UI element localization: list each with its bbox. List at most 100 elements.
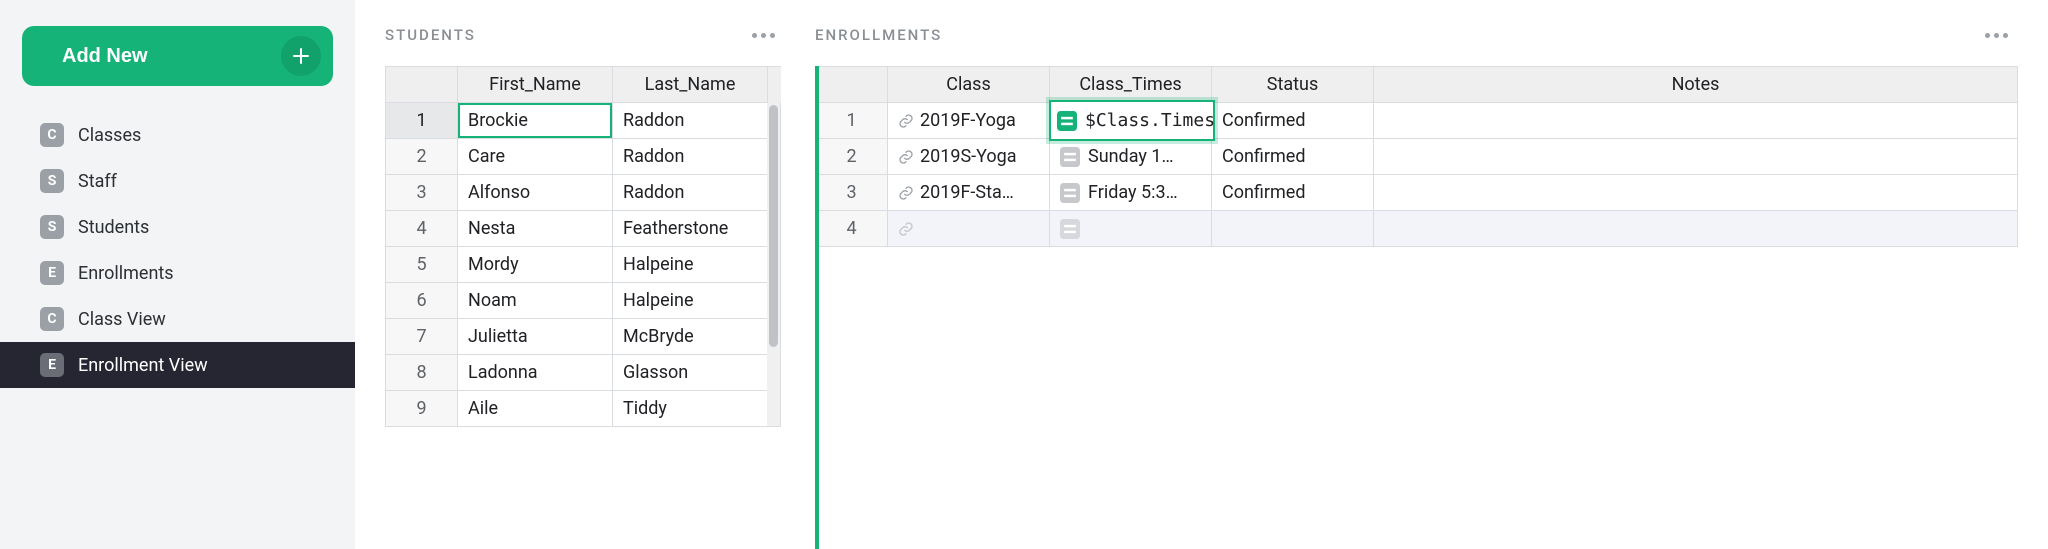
column-header-status[interactable]: Status — [1212, 67, 1374, 103]
row-number[interactable]: 1 — [386, 103, 458, 139]
cell-last-name[interactable]: Halpeine — [613, 247, 768, 283]
table-row[interactable]: 2 2019S-Yoga Sunday 1… Confirmed — [816, 139, 2018, 175]
sidebar-item-staff[interactable]: S Staff — [0, 158, 355, 204]
row-number[interactable]: 3 — [816, 175, 888, 211]
enrollments-menu-icon[interactable] — [1985, 33, 2008, 38]
cell-class[interactable]: 2019S-Yoga — [888, 139, 1050, 175]
sidebar-badge: S — [40, 169, 64, 193]
formula-text: $Class.Times — [1085, 110, 1215, 131]
cell-first-name[interactable]: Noam — [458, 283, 613, 319]
formula-icon — [1060, 147, 1080, 167]
cell-class[interactable]: 2019F-Yoga — [888, 103, 1050, 139]
cell-first-name[interactable]: Mordy — [458, 247, 613, 283]
cell-last-name[interactable]: Tiddy — [613, 391, 768, 427]
enrollments-grid: Class Class_Times Status Notes 1 2019F-Y… — [815, 66, 2018, 247]
row-number-header[interactable] — [386, 67, 458, 103]
cell-first-name[interactable]: Julietta — [458, 319, 613, 355]
table-row[interactable]: 8 Ladonna Glasson — [386, 355, 781, 391]
sidebar-item-classes[interactable]: C Classes — [0, 112, 355, 158]
cell-class[interactable] — [888, 211, 1050, 247]
table-row-blank[interactable]: 4 — [816, 211, 2018, 247]
cell-last-name[interactable]: Raddon — [613, 103, 768, 139]
table-row[interactable]: 9 Aile Tiddy — [386, 391, 781, 427]
table-row[interactable]: 1 2019F-Yoga $Class.Times — [816, 103, 2018, 139]
table-row[interactable]: 4 Nesta Featherstone — [386, 211, 781, 247]
row-number[interactable]: 1 — [816, 103, 888, 139]
students-title: STUDENTS — [385, 26, 476, 44]
cell-class-times[interactable]: Sunday 1… — [1050, 139, 1212, 175]
row-number-header[interactable] — [816, 67, 888, 103]
sidebar-badge: C — [40, 307, 64, 331]
cell-class-times[interactable]: $Class.Times — [1050, 103, 1212, 139]
formula-editor[interactable]: $Class.Times — [1049, 100, 1215, 141]
cell-first-name[interactable]: Aile — [458, 391, 613, 427]
students-menu-icon[interactable] — [752, 33, 775, 38]
sidebar-item-enrollments[interactable]: E Enrollments — [0, 250, 355, 296]
sidebar-item-enrollment-view[interactable]: E Enrollment View — [0, 342, 355, 388]
row-number[interactable]: 6 — [386, 283, 458, 319]
cell-status[interactable] — [1212, 211, 1374, 247]
cell-last-name[interactable]: McBryde — [613, 319, 768, 355]
cell-class-times[interactable] — [1050, 211, 1212, 247]
formula-icon — [1060, 183, 1080, 203]
cell-class-text: 2019F-Sta… — [920, 182, 1014, 203]
cell-first-name[interactable]: Nesta — [458, 211, 613, 247]
row-number[interactable]: 2 — [386, 139, 458, 175]
cell-notes[interactable] — [1374, 103, 2018, 139]
column-header-last-name[interactable]: Last_Name — [613, 67, 768, 103]
sidebar-item-class-view[interactable]: C Class View — [0, 296, 355, 342]
formula-icon — [1057, 111, 1077, 131]
formula-icon — [1060, 219, 1080, 239]
cell-class-text: 2019F-Yoga — [920, 110, 1016, 131]
table-row[interactable]: 2 Care Raddon — [386, 139, 781, 175]
column-header-class-times[interactable]: Class_Times — [1050, 67, 1212, 103]
table-row[interactable]: 3 Alfonso Raddon — [386, 175, 781, 211]
table-row[interactable]: 6 Noam Halpeine — [386, 283, 781, 319]
cell-last-name[interactable]: Featherstone — [613, 211, 768, 247]
row-number[interactable]: 4 — [816, 211, 888, 247]
cell-notes[interactable] — [1374, 175, 2018, 211]
scrollbar[interactable] — [767, 103, 781, 427]
cell-first-name[interactable]: Alfonso — [458, 175, 613, 211]
enrollments-title: ENROLLMENTS — [815, 26, 942, 44]
cell-class[interactable]: 2019F-Sta… — [888, 175, 1050, 211]
cell-class-times[interactable]: Friday 5:3… — [1050, 175, 1212, 211]
sidebar-item-students[interactable]: S Students — [0, 204, 355, 250]
column-header-first-name[interactable]: First_Name — [458, 67, 613, 103]
cell-status[interactable]: Confirmed — [1212, 175, 1374, 211]
cell-last-name[interactable]: Halpeine — [613, 283, 768, 319]
sidebar-badge: E — [40, 353, 64, 377]
row-number[interactable]: 2 — [816, 139, 888, 175]
sidebar-badge: E — [40, 261, 64, 285]
add-new-button[interactable]: Add New — [22, 26, 333, 86]
cell-notes[interactable] — [1374, 139, 2018, 175]
link-icon — [898, 185, 914, 201]
sidebar: Add New C Classes S Staff S Students E E… — [0, 0, 355, 549]
cell-last-name[interactable]: Raddon — [613, 175, 768, 211]
cell-class-text: 2019S-Yoga — [920, 146, 1017, 167]
cell-last-name[interactable]: Glasson — [613, 355, 768, 391]
row-number[interactable]: 9 — [386, 391, 458, 427]
cell-first-name[interactable]: Care — [458, 139, 613, 175]
table-row[interactable]: 7 Julietta McBryde — [386, 319, 781, 355]
row-number[interactable]: 4 — [386, 211, 458, 247]
cell-first-name[interactable]: Brockie — [458, 103, 613, 139]
sidebar-badge: C — [40, 123, 64, 147]
row-number[interactable]: 8 — [386, 355, 458, 391]
cell-status[interactable]: Confirmed — [1212, 103, 1374, 139]
table-row[interactable]: 1 Brockie Raddon — [386, 103, 781, 139]
cell-first-name[interactable]: Ladonna — [458, 355, 613, 391]
row-number[interactable]: 5 — [386, 247, 458, 283]
column-header-notes[interactable]: Notes — [1374, 67, 2018, 103]
row-number[interactable]: 3 — [386, 175, 458, 211]
cell-times-text: Friday 5:3… — [1088, 182, 1178, 203]
sidebar-item-label: Staff — [78, 171, 117, 192]
row-number[interactable]: 7 — [386, 319, 458, 355]
table-row[interactable]: 5 Mordy Halpeine — [386, 247, 781, 283]
table-row[interactable]: 3 2019F-Sta… Friday 5:3… Confirmed — [816, 175, 2018, 211]
sidebar-item-label: Enrollment View — [78, 355, 208, 376]
cell-last-name[interactable]: Raddon — [613, 139, 768, 175]
cell-status[interactable]: Confirmed — [1212, 139, 1374, 175]
column-header-class[interactable]: Class — [888, 67, 1050, 103]
cell-notes[interactable] — [1374, 211, 2018, 247]
